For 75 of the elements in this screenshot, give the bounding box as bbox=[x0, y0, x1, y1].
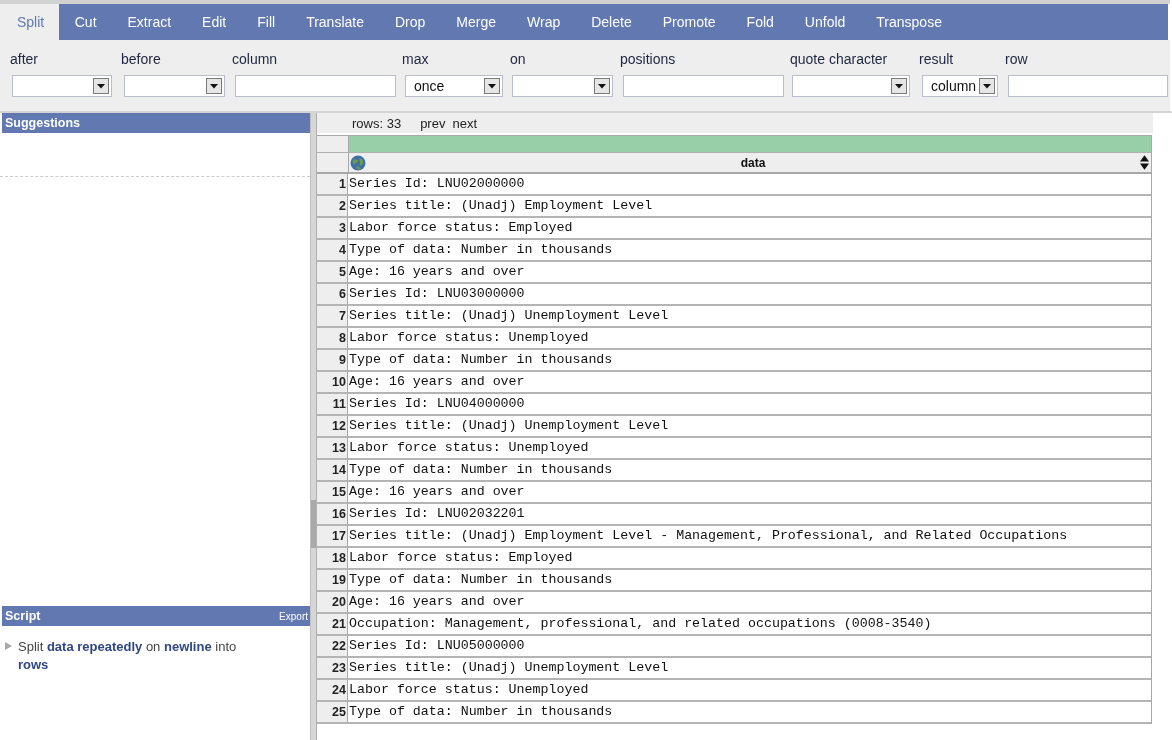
row-number: 14 bbox=[317, 460, 348, 480]
dropdown[interactable]: column bbox=[922, 75, 998, 97]
row-number: 19 bbox=[317, 570, 348, 590]
row-number: 10 bbox=[317, 372, 348, 392]
panel-title: Script bbox=[5, 609, 41, 623]
row-number: 15 bbox=[317, 482, 348, 502]
tab[interactable]: Edit bbox=[186, 4, 242, 40]
row-count: rows: 33 bbox=[352, 115, 402, 131]
tab[interactable]: Fold bbox=[731, 4, 790, 40]
row-number: 25 bbox=[317, 702, 348, 722]
tab[interactable]: Unfold bbox=[789, 4, 861, 40]
tab[interactable]: Drop bbox=[379, 4, 441, 40]
row-number: 3 bbox=[317, 218, 348, 238]
tab[interactable]: Extract bbox=[112, 4, 187, 40]
tab[interactable]: Fill bbox=[241, 4, 291, 40]
prev-link[interactable]: prev bbox=[420, 115, 446, 131]
field-label: row bbox=[1005, 50, 1028, 68]
tab[interactable]: Merge bbox=[440, 4, 512, 40]
row-number: 2 bbox=[317, 196, 348, 216]
row-number: 11 bbox=[317, 394, 348, 414]
field-label: quote character bbox=[790, 50, 888, 68]
tab[interactable]: Delete bbox=[575, 4, 648, 40]
dropdown[interactable] bbox=[124, 75, 225, 97]
caret-icon[interactable] bbox=[594, 78, 610, 94]
row-number: 7 bbox=[317, 306, 348, 326]
field-label: max bbox=[402, 50, 429, 68]
dropdown[interactable] bbox=[12, 75, 112, 97]
dropdown[interactable] bbox=[792, 75, 910, 97]
row-number: 4 bbox=[317, 240, 348, 260]
row-number: 13 bbox=[317, 438, 348, 458]
row-number: 18 bbox=[317, 548, 348, 568]
caret-icon[interactable] bbox=[93, 78, 109, 94]
panel-title: Suggestions bbox=[5, 116, 80, 130]
caret-icon[interactable] bbox=[206, 78, 222, 94]
globe-icon bbox=[350, 154, 366, 171]
tab[interactable]: Wrap bbox=[511, 4, 576, 40]
splitter-handle[interactable] bbox=[311, 500, 316, 548]
export-link[interactable]: Export bbox=[279, 610, 308, 622]
tab[interactable]: Promote bbox=[647, 4, 732, 40]
field-label: positions bbox=[620, 50, 676, 68]
row-number: 9 bbox=[317, 350, 348, 370]
row-number: 12 bbox=[317, 416, 348, 436]
dropdown[interactable] bbox=[512, 75, 613, 97]
next-link[interactable]: next bbox=[452, 115, 477, 131]
field-label: on bbox=[510, 50, 526, 68]
row-number: 17 bbox=[317, 526, 348, 546]
sort-icon[interactable] bbox=[1140, 155, 1149, 170]
field-label: column bbox=[232, 50, 278, 68]
row-number: 16 bbox=[317, 504, 348, 524]
field-label: result bbox=[919, 50, 954, 68]
row-number: 21 bbox=[317, 614, 348, 634]
row-number: 5 bbox=[317, 262, 348, 282]
row-number: 22 bbox=[317, 636, 348, 656]
caret-icon[interactable] bbox=[484, 78, 500, 94]
text-field[interactable] bbox=[1008, 75, 1168, 97]
tab[interactable]: Cut bbox=[59, 4, 113, 40]
tab[interactable]: Split bbox=[5, 4, 60, 40]
field-label: before bbox=[121, 50, 161, 68]
triangle-icon bbox=[5, 642, 12, 650]
dropdown[interactable]: once bbox=[405, 75, 503, 97]
text-field[interactable] bbox=[235, 75, 396, 97]
row-number: 6 bbox=[317, 284, 348, 304]
row-number: 23 bbox=[317, 658, 348, 678]
caret-icon[interactable] bbox=[979, 78, 995, 94]
script-step[interactable]: Split data repeatedly on newline into rows bbox=[2, 638, 245, 674]
field-label: after bbox=[10, 50, 38, 68]
row-number: 24 bbox=[317, 680, 348, 700]
row-number: 1 bbox=[317, 174, 348, 194]
row-number: 8 bbox=[317, 328, 348, 348]
text-field[interactable] bbox=[623, 75, 784, 97]
row-number: 20 bbox=[317, 592, 348, 612]
column-name: data bbox=[739, 155, 767, 170]
caret-icon[interactable] bbox=[891, 78, 907, 94]
tab[interactable]: Translate bbox=[290, 4, 380, 40]
tab[interactable]: Transpose bbox=[860, 4, 958, 40]
